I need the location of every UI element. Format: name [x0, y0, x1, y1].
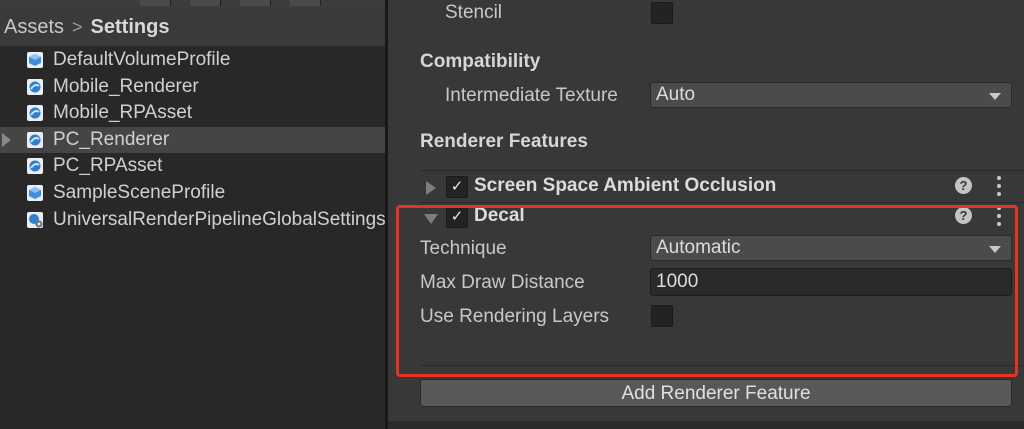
renderer-asset-icon: [27, 78, 43, 95]
breadcrumb: Assets > Settings: [0, 8, 385, 46]
max-draw-distance-field[interactable]: 1000: [650, 268, 1012, 296]
use-rendering-layers-label: Use Rendering Layers: [420, 306, 610, 327]
feature-row-ssao[interactable]: ✓ Screen Space Ambient Occlusion ?: [420, 173, 1024, 202]
intermediate-texture-value: Auto: [656, 84, 696, 105]
compatibility-header: Compatibility: [420, 51, 541, 72]
renderer-asset-icon: [27, 158, 43, 175]
breadcrumb-assets[interactable]: Assets: [0, 16, 64, 39]
inspector-bottom-bar: [388, 421, 1024, 429]
max-draw-distance-label: Max Draw Distance: [420, 272, 585, 293]
feature-list-end-divider: [420, 365, 1024, 366]
toolbar-button[interactable]: [240, 0, 271, 6]
feature-name: Decal: [474, 205, 525, 226]
feature-list-divider: [420, 170, 1024, 171]
help-icon[interactable]: ?: [955, 207, 972, 224]
global-settings-icon: [27, 211, 43, 228]
toolbar-button[interactable]: [290, 0, 321, 6]
toolbar-button[interactable]: [140, 0, 171, 6]
technique-value: Automatic: [656, 237, 741, 258]
asset-label: UniversalRenderPipelineGlobalSettings: [53, 208, 385, 230]
feature-enabled-checkbox[interactable]: ✓: [446, 176, 468, 198]
use-rendering-layers-checkbox[interactable]: [651, 305, 673, 327]
renderer-asset-icon: [27, 105, 43, 122]
foldout-arrow-icon[interactable]: [426, 181, 436, 195]
project-panel: Assets > Settings DefaultVolumeProfile M…: [0, 0, 385, 429]
asset-item-pc-renderer[interactable]: PC_Renderer: [0, 126, 385, 154]
technique-label: Technique: [420, 238, 507, 259]
project-toolbar: [0, 0, 385, 8]
breadcrumb-separator: >: [72, 16, 83, 37]
feature-name: Screen Space Ambient Occlusion: [474, 175, 777, 196]
breadcrumb-settings[interactable]: Settings: [91, 16, 170, 39]
foldout-arrow-icon[interactable]: [424, 214, 438, 224]
asset-label: PC_Renderer: [53, 128, 170, 150]
intermediate-texture-label: Intermediate Texture: [445, 85, 618, 106]
asset-item-sample-scene-profile[interactable]: SampleSceneProfile: [0, 180, 385, 207]
expand-arrow-icon[interactable]: [2, 132, 11, 147]
asset-label: DefaultVolumeProfile: [53, 49, 231, 70]
feature-row-decal[interactable]: ✓ Decal ?: [420, 203, 1024, 232]
dropdown-caret-icon: [989, 246, 1001, 253]
help-icon[interactable]: ?: [955, 177, 972, 194]
asset-item-default-volume-profile[interactable]: DefaultVolumeProfile: [0, 47, 385, 74]
max-draw-distance-value: 1000: [656, 271, 699, 292]
stencil-checkbox[interactable]: [651, 2, 673, 24]
volume-profile-icon: [27, 52, 43, 68]
more-options-icon[interactable]: [996, 206, 1002, 226]
inspector-panel: Stencil Compatibility Intermediate Textu…: [388, 0, 1024, 429]
asset-label: SampleSceneProfile: [53, 181, 226, 203]
asset-label: PC_RPAsset: [53, 155, 163, 177]
asset-item-mobile-renderer[interactable]: Mobile_Renderer: [0, 74, 385, 101]
dropdown-caret-icon: [989, 93, 1001, 100]
asset-item-mobile-rpasset[interactable]: Mobile_RPAsset: [0, 100, 385, 127]
technique-dropdown[interactable]: Automatic: [650, 235, 1012, 261]
asset-label: Mobile_RPAsset: [53, 102, 193, 124]
intermediate-texture-dropdown[interactable]: Auto: [650, 82, 1012, 108]
volume-profile-icon: [27, 184, 43, 201]
renderer-features-header: Renderer Features: [420, 131, 588, 152]
asset-label: Mobile_Renderer: [53, 75, 199, 97]
asset-item-urp-global-settings[interactable]: UniversalRenderPipelineGlobalSettings: [0, 207, 385, 234]
more-options-icon[interactable]: [996, 176, 1002, 196]
add-renderer-feature-button[interactable]: Add Renderer Feature: [420, 379, 1012, 407]
asset-list: DefaultVolumeProfile Mobile_Renderer Mob…: [0, 47, 385, 233]
renderer-asset-icon: [27, 131, 43, 148]
feature-enabled-checkbox[interactable]: ✓: [446, 206, 468, 228]
asset-item-pc-rpasset[interactable]: PC_RPAsset: [0, 153, 385, 180]
toolbar-button[interactable]: [190, 0, 221, 6]
stencil-label: Stencil: [445, 2, 503, 23]
